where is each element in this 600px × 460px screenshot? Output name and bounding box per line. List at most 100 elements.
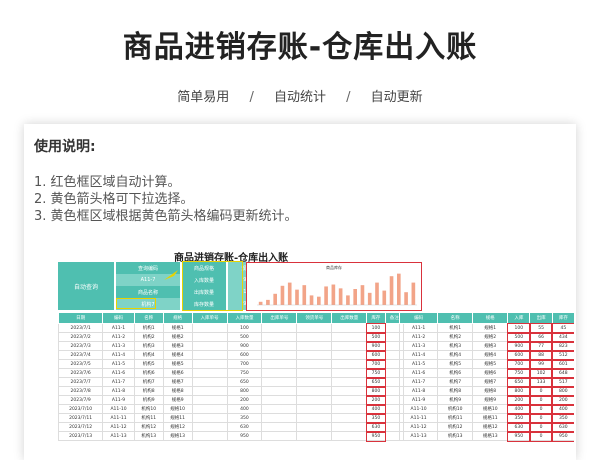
ledger-cell: 800 — [365, 385, 387, 397]
ledger-cell — [191, 431, 228, 441]
ledger-cell — [191, 323, 228, 333]
ledger-cell: A11-9 — [102, 395, 135, 405]
ledger-cell: 2023/7/3 — [57, 341, 104, 351]
table-row: A11-13 机构13 规格13 950 0 950 — [398, 430, 574, 442]
ledger-cell: 100 — [365, 322, 387, 334]
ledger-cell: 规格8 — [162, 386, 193, 396]
ledger-cell: 规格12 — [162, 422, 193, 432]
chart-bar — [360, 285, 365, 305]
summary-cell: A11-9 — [398, 395, 439, 405]
summary-cell: 45 — [551, 322, 574, 334]
chart-bar — [404, 292, 408, 305]
summary-cell: 88 — [528, 349, 554, 361]
ledger-cell: 2023/7/1 — [57, 323, 104, 333]
summary-cell: A11-12 — [398, 422, 439, 432]
chart-bar — [273, 293, 277, 305]
ledger-cell — [296, 359, 333, 369]
spreadsheet-preview: 商品进销存账-仓库出入账 自动查询 查询编码 商品规格 规格7 A11-7 入库… — [34, 247, 574, 460]
chart-bar — [389, 276, 394, 305]
ledger-cell: 机构11 — [133, 413, 164, 423]
ledger-cell: A11-6 — [102, 368, 135, 378]
ledger-cell — [191, 368, 228, 378]
instruction-item: 1. 红色框区域自动计算。 — [34, 175, 181, 190]
summary-cell: 750 — [506, 367, 531, 379]
table-row: A11-1 机构1 规格1 100 55 45 — [398, 322, 574, 334]
summary-header: 出库 — [529, 312, 553, 324]
chart-bar — [353, 289, 357, 305]
chart-bar — [331, 284, 336, 305]
ledger-cell — [296, 431, 333, 441]
ledger-cell — [296, 422, 333, 432]
summary-cell: A11-7 — [398, 377, 439, 387]
summary-cell: 0 — [528, 385, 554, 397]
table-row: A11-7 机构7 规格7 650 133 517 — [398, 376, 574, 388]
summary-cell: 机构1 — [437, 323, 474, 333]
summary-cell: 500 — [506, 331, 531, 343]
ledger-cell — [331, 377, 368, 387]
summary-cell: 434 — [551, 331, 574, 343]
chart-bar — [266, 299, 270, 305]
ledger-cell: A11-3 — [102, 341, 135, 351]
ledger-cell: 机构6 — [133, 368, 164, 378]
ledger-cell: 2023/7/6 — [57, 368, 104, 378]
table-row: 2023/7/10 A11-10 机构10 规格10 400 400 — [57, 403, 405, 415]
ledger-cell — [191, 350, 228, 360]
chart-title: 商品库存 — [326, 264, 342, 270]
ledger-cell — [191, 377, 228, 387]
summary-cell: 机构4 — [437, 350, 474, 360]
table-row: A11-8 机构8 规格8 800 0 800 — [398, 385, 574, 397]
tag-separator: / — [346, 90, 351, 105]
ledger-cell — [296, 395, 333, 405]
table-row: 2023/7/8 A11-8 机构8 规格8 800 800 — [57, 385, 405, 397]
summary-cell: 规格11 — [472, 413, 509, 423]
ledger-header: 入库单号 — [191, 312, 228, 324]
ledger-table: 日期 编码 名称 规格 入库单号 入库数量 出库单号 领货单号 出库数量 库存 备注 2023/7/… — [57, 312, 405, 442]
table-row: 2023/7/3 A11-3 机构3 规格3 900 900 — [57, 340, 405, 352]
chart-bar — [346, 295, 350, 305]
ledger-header: 日期 — [57, 312, 104, 324]
summary-cell: 800 — [551, 385, 574, 397]
stock-chart-svg: 商品库存 — [257, 264, 417, 306]
ledger-header: 库存 — [366, 312, 386, 324]
summary-cell: 950 — [551, 430, 574, 442]
summary-cell: 517 — [551, 376, 574, 388]
summary-cell: A11-13 — [398, 431, 439, 441]
ledger-cell: 规格6 — [162, 368, 193, 378]
yellow-box-stats — [182, 261, 243, 311]
ledger-cell — [296, 350, 333, 360]
ledger-cell — [296, 323, 333, 333]
ledger-cell — [331, 332, 368, 342]
ledger-cell — [191, 422, 228, 432]
ledger-cell: 200 — [365, 394, 387, 406]
ledger-cell: A11-4 — [102, 350, 135, 360]
chart-bar — [309, 295, 314, 305]
ledger-cell: 2023/7/4 — [57, 350, 104, 360]
tag-auto-stat: 自动统计 — [273, 90, 326, 105]
summary-cell: 规格7 — [472, 377, 509, 387]
table-row: 2023/7/7 A11-7 机构7 规格7 650 650 — [57, 376, 405, 388]
ledger-cell — [261, 359, 298, 369]
ledger-cell — [331, 422, 368, 432]
summary-cell: A11-3 — [398, 341, 439, 351]
ledger-cell: 规格10 — [162, 404, 193, 414]
ledger-cell: A11-2 — [102, 332, 135, 342]
summary-cell: 机构7 — [437, 377, 474, 387]
summary-cell: A11-6 — [398, 368, 439, 378]
summary-header: 入库 — [507, 312, 531, 324]
ledger-header: 名称 — [133, 312, 164, 324]
ledger-cell: 规格1 — [162, 323, 193, 333]
chart-bar — [287, 282, 292, 305]
summary-cell: 350 — [506, 412, 531, 424]
summary-cell: 400 — [551, 403, 574, 415]
ledger-cell — [296, 404, 333, 414]
ledger-cell: 2023/7/2 — [57, 332, 104, 342]
ledger-cell — [261, 323, 298, 333]
summary-cell: 机构5 — [437, 359, 474, 369]
summary-cell: 950 — [506, 430, 531, 442]
summary-cell: 机构6 — [437, 368, 474, 378]
ledger-cell — [331, 386, 368, 396]
yellow-box-code — [116, 298, 156, 309]
ledger-cell: 机构5 — [133, 359, 164, 369]
chart-bar — [324, 286, 328, 305]
ledger-cell: A11-10 — [102, 404, 135, 414]
